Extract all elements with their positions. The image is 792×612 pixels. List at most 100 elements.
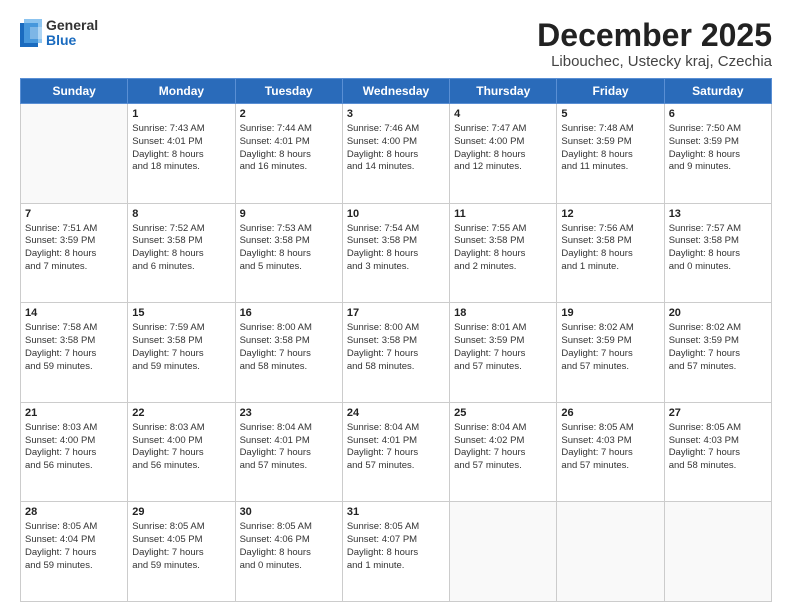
- day-info-line: Daylight: 7 hours: [240, 348, 338, 361]
- day-info-line: and 16 minutes.: [240, 161, 338, 174]
- day-info-line: Sunset: 3:59 PM: [561, 335, 659, 348]
- day-info-line: and 59 minutes.: [132, 361, 230, 374]
- day-info-line: Sunrise: 8:04 AM: [240, 422, 338, 435]
- day-info-line: and 0 minutes.: [240, 560, 338, 573]
- day-info-line: Sunset: 4:04 PM: [25, 534, 123, 547]
- day-info-line: and 57 minutes.: [347, 460, 445, 473]
- day-info-line: and 57 minutes.: [454, 361, 552, 374]
- day-number: 19: [561, 306, 659, 321]
- day-info-line: Sunrise: 7:52 AM: [132, 223, 230, 236]
- day-info-line: Sunset: 3:58 PM: [454, 235, 552, 248]
- day-info-line: Sunrise: 8:01 AM: [454, 322, 552, 335]
- day-info-line: Daylight: 7 hours: [454, 348, 552, 361]
- day-info-line: Sunrise: 7:57 AM: [669, 223, 767, 236]
- page: General Blue December 2025 Libouchec, Us…: [0, 0, 792, 612]
- day-info-line: and 11 minutes.: [561, 161, 659, 174]
- day-info-line: Daylight: 8 hours: [669, 149, 767, 162]
- calendar-cell: 20Sunrise: 8:02 AMSunset: 3:59 PMDayligh…: [664, 303, 771, 403]
- day-info-line: Daylight: 7 hours: [25, 348, 123, 361]
- day-info-line: and 5 minutes.: [240, 261, 338, 274]
- calendar-cell: 16Sunrise: 8:00 AMSunset: 3:58 PMDayligh…: [235, 303, 342, 403]
- day-info-line: and 59 minutes.: [25, 560, 123, 573]
- day-info-line: Sunset: 3:58 PM: [25, 335, 123, 348]
- day-info-line: and 57 minutes.: [240, 460, 338, 473]
- calendar-cell: 14Sunrise: 7:58 AMSunset: 3:58 PMDayligh…: [21, 303, 128, 403]
- day-info-line: Daylight: 8 hours: [454, 248, 552, 261]
- day-info-line: Daylight: 8 hours: [132, 248, 230, 261]
- calendar-cell: 1Sunrise: 7:43 AMSunset: 4:01 PMDaylight…: [128, 104, 235, 204]
- day-number: 9: [240, 207, 338, 222]
- day-info-line: Sunset: 4:00 PM: [132, 435, 230, 448]
- weekday-header-saturday: Saturday: [664, 79, 771, 104]
- day-info-line: Sunset: 3:58 PM: [561, 235, 659, 248]
- day-info-line: Sunset: 4:05 PM: [132, 534, 230, 547]
- day-info-line: Daylight: 8 hours: [347, 248, 445, 261]
- day-info-line: Sunset: 3:59 PM: [561, 136, 659, 149]
- weekday-header-wednesday: Wednesday: [342, 79, 449, 104]
- header: General Blue December 2025 Libouchec, Us…: [20, 18, 772, 70]
- day-info-line: Daylight: 8 hours: [240, 149, 338, 162]
- calendar-cell: 28Sunrise: 8:05 AMSunset: 4:04 PMDayligh…: [21, 502, 128, 602]
- page-subtitle: Libouchec, Ustecky kraj, Czechia: [537, 53, 772, 70]
- day-info-line: and 57 minutes.: [669, 361, 767, 374]
- day-number: 28: [25, 505, 123, 520]
- logo-general: General: [46, 18, 98, 33]
- day-info-line: Sunset: 4:00 PM: [25, 435, 123, 448]
- calendar-cell: 25Sunrise: 8:04 AMSunset: 4:02 PMDayligh…: [450, 402, 557, 502]
- day-info-line: Daylight: 7 hours: [561, 348, 659, 361]
- day-info-line: Sunrise: 8:00 AM: [347, 322, 445, 335]
- day-info-line: Sunset: 4:06 PM: [240, 534, 338, 547]
- calendar-header: SundayMondayTuesdayWednesdayThursdayFrid…: [21, 79, 772, 104]
- logo-blue: Blue: [46, 33, 98, 48]
- weekday-header-thursday: Thursday: [450, 79, 557, 104]
- day-info-line: Sunrise: 8:02 AM: [561, 322, 659, 335]
- day-info-line: Sunrise: 8:00 AM: [240, 322, 338, 335]
- day-info-line: Daylight: 8 hours: [347, 149, 445, 162]
- day-info-line: Daylight: 7 hours: [347, 348, 445, 361]
- calendar-week-4: 28Sunrise: 8:05 AMSunset: 4:04 PMDayligh…: [21, 502, 772, 602]
- day-info-line: Sunset: 4:07 PM: [347, 534, 445, 547]
- day-info-line: Sunrise: 8:03 AM: [132, 422, 230, 435]
- day-info-line: and 7 minutes.: [25, 261, 123, 274]
- day-number: 20: [669, 306, 767, 321]
- day-info-line: Daylight: 7 hours: [561, 447, 659, 460]
- calendar-cell: 17Sunrise: 8:00 AMSunset: 3:58 PMDayligh…: [342, 303, 449, 403]
- day-number: 3: [347, 107, 445, 122]
- day-info-line: and 57 minutes.: [561, 361, 659, 374]
- calendar-cell: 7Sunrise: 7:51 AMSunset: 3:59 PMDaylight…: [21, 203, 128, 303]
- day-info-line: Sunset: 3:58 PM: [347, 335, 445, 348]
- day-info-line: Daylight: 7 hours: [25, 547, 123, 560]
- day-number: 25: [454, 406, 552, 421]
- weekday-row: SundayMondayTuesdayWednesdayThursdayFrid…: [21, 79, 772, 104]
- day-info-line: Sunrise: 7:44 AM: [240, 123, 338, 136]
- day-info-line: Sunset: 3:58 PM: [132, 235, 230, 248]
- calendar-cell: 4Sunrise: 7:47 AMSunset: 4:00 PMDaylight…: [450, 104, 557, 204]
- day-info-line: Sunset: 3:59 PM: [25, 235, 123, 248]
- calendar-cell: 2Sunrise: 7:44 AMSunset: 4:01 PMDaylight…: [235, 104, 342, 204]
- day-info-line: and 59 minutes.: [25, 361, 123, 374]
- calendar-cell: 12Sunrise: 7:56 AMSunset: 3:58 PMDayligh…: [557, 203, 664, 303]
- logo: General Blue: [20, 18, 98, 49]
- day-number: 15: [132, 306, 230, 321]
- day-info-line: Sunset: 3:59 PM: [669, 335, 767, 348]
- day-info-line: and 18 minutes.: [132, 161, 230, 174]
- calendar-body: 1Sunrise: 7:43 AMSunset: 4:01 PMDaylight…: [21, 104, 772, 602]
- day-number: 10: [347, 207, 445, 222]
- day-info-line: Daylight: 8 hours: [561, 149, 659, 162]
- day-info-line: Daylight: 8 hours: [240, 547, 338, 560]
- day-info-line: Sunset: 3:58 PM: [347, 235, 445, 248]
- calendar-cell: 23Sunrise: 8:04 AMSunset: 4:01 PMDayligh…: [235, 402, 342, 502]
- day-info-line: and 12 minutes.: [454, 161, 552, 174]
- day-number: 11: [454, 207, 552, 222]
- day-info-line: Daylight: 7 hours: [454, 447, 552, 460]
- day-info-line: Daylight: 7 hours: [132, 547, 230, 560]
- day-number: 6: [669, 107, 767, 122]
- day-info-line: Sunset: 3:58 PM: [240, 235, 338, 248]
- day-info-line: Sunrise: 7:51 AM: [25, 223, 123, 236]
- day-info-line: Sunset: 4:00 PM: [347, 136, 445, 149]
- calendar-cell: 19Sunrise: 8:02 AMSunset: 3:59 PMDayligh…: [557, 303, 664, 403]
- calendar-cell: 9Sunrise: 7:53 AMSunset: 3:58 PMDaylight…: [235, 203, 342, 303]
- day-info-line: and 57 minutes.: [454, 460, 552, 473]
- day-info-line: Sunset: 3:59 PM: [669, 136, 767, 149]
- day-info-line: and 2 minutes.: [454, 261, 552, 274]
